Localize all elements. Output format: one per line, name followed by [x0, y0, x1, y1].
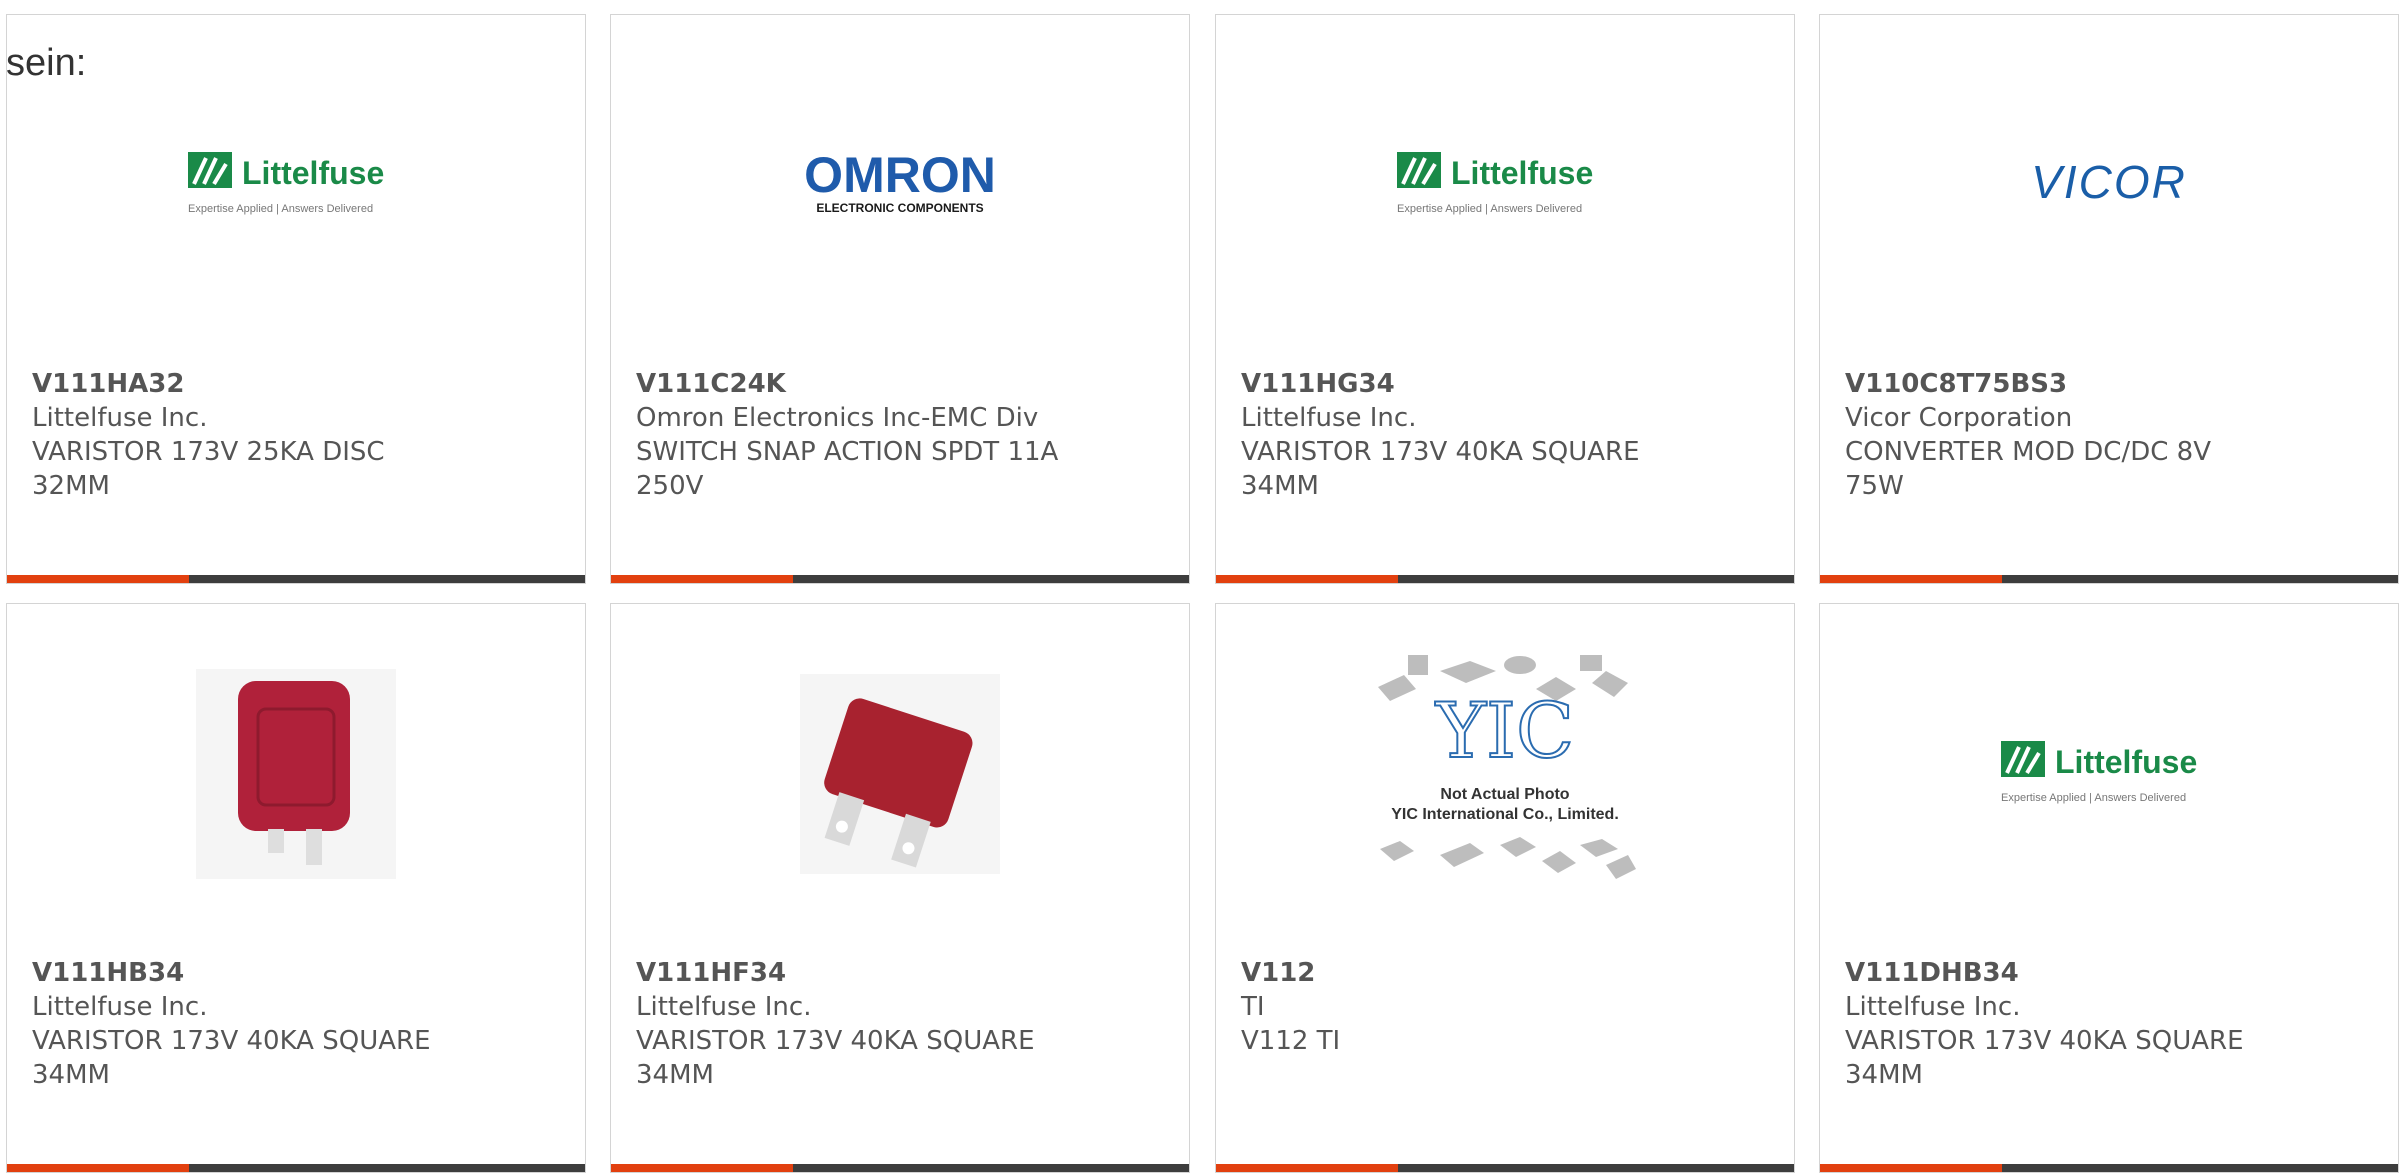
- card-bottom-bar: [1216, 1164, 1794, 1172]
- svg-text:YIC: YIC: [1435, 686, 1574, 775]
- card-bottom-bar: [7, 575, 585, 583]
- card-accent-bar: [1820, 575, 2002, 583]
- part-number[interactable]: V111C24K: [636, 367, 1169, 401]
- manufacturer: Littelfuse Inc.: [1241, 403, 1417, 433]
- svg-text:Not Actual Photo: Not Actual Photo: [1440, 786, 1569, 803]
- manufacturer: Littelfuse Inc.: [636, 992, 812, 1022]
- svg-text:Expertise Applied | Answers De: Expertise Applied | Answers Delivered: [188, 203, 373, 215]
- card-accent-bar: [611, 575, 793, 583]
- description: VARISTOR 173V 40KA SQUARE 34MM: [32, 1026, 431, 1090]
- card-bottom-bar: [1820, 575, 2398, 583]
- svg-text:YIC International Co., Limited: YIC International Co., Limited.: [1391, 806, 1619, 823]
- card-accent-bar: [7, 1164, 189, 1172]
- product-image-area: [611, 604, 1189, 944]
- part-number[interactable]: V111HA32: [32, 367, 565, 401]
- part-number[interactable]: V111HG34: [1241, 367, 1774, 401]
- product-card[interactable]: VICOR V110C8T75BS3 Vicor Corporation CON…: [1819, 14, 2399, 584]
- manufacturer: Littelfuse Inc.: [32, 403, 208, 433]
- card-accent-bar: [7, 575, 189, 583]
- card-bottom-bar: [7, 1164, 585, 1172]
- part-number[interactable]: V111HB34: [32, 956, 565, 990]
- card-bottom-bar: [611, 1164, 1189, 1172]
- description: VARISTOR 173V 25KA DISC 32MM: [32, 437, 385, 501]
- card-accent-bar: [1216, 1164, 1398, 1172]
- card-accent-bar: [611, 1164, 793, 1172]
- description: SWITCH SNAP ACTION SPDT 11A 250V: [636, 437, 1059, 501]
- card-bottom-bar: [1216, 575, 1794, 583]
- product-card[interactable]: V111HB34 Littelfuse Inc. VARISTOR 173V 4…: [6, 603, 586, 1173]
- yic-placeholder-image: YIC Not Actual Photo YIC International C…: [1378, 655, 1636, 879]
- product-image-area: [7, 604, 585, 944]
- littelfuse-logo: Littelfuse Expertise Applied | Answers D…: [188, 152, 384, 215]
- product-card[interactable]: Littelfuse Expertise Applied | Answers D…: [1215, 14, 1795, 584]
- description: V112 TI: [1241, 1026, 1341, 1056]
- svg-text:Littelfuse: Littelfuse: [242, 155, 384, 191]
- manufacturer: TI: [1241, 992, 1265, 1022]
- product-image-area: Littelfuse Expertise Applied | Answers D…: [1820, 604, 2398, 944]
- product-card[interactable]: Littelfuse Expertise Applied | Answers D…: [6, 14, 586, 584]
- description: VARISTOR 173V 40KA SQUARE 34MM: [636, 1026, 1035, 1090]
- manufacturer: Omron Electronics Inc-EMC Div: [636, 403, 1039, 433]
- description: CONVERTER MOD DC/DC 8V 75W: [1845, 437, 2211, 501]
- manufacturer: Littelfuse Inc.: [32, 992, 208, 1022]
- littelfuse-logo: Littelfuse Expertise Applied | Answers D…: [1397, 152, 1593, 215]
- card-accent-bar: [1216, 575, 1398, 583]
- littelfuse-logo: Littelfuse Expertise Applied | Answers D…: [2001, 741, 2197, 804]
- product-card[interactable]: OMRON ELECTRONIC COMPONENTS V111C24K Omr…: [610, 14, 1190, 584]
- product-image-area: OMRON ELECTRONIC COMPONENTS: [611, 15, 1189, 355]
- svg-text:VICOR: VICOR: [2031, 156, 2187, 208]
- part-number[interactable]: V110C8T75BS3: [1845, 367, 2378, 401]
- description: VARISTOR 173V 40KA SQUARE 34MM: [1241, 437, 1640, 501]
- svg-text:Expertise Applied | Answers De: Expertise Applied | Answers Delivered: [2001, 792, 2186, 804]
- intro-text: sein:: [6, 42, 87, 84]
- part-number[interactable]: V111HF34: [636, 956, 1169, 990]
- svg-text:ELECTRONIC COMPONENTS: ELECTRONIC COMPONENTS: [816, 201, 983, 215]
- product-image-area: Littelfuse Expertise Applied | Answers D…: [7, 15, 585, 355]
- part-number[interactable]: V112: [1241, 956, 1774, 990]
- varistor-square-photo: [800, 674, 1000, 874]
- product-image-area: YIC Not Actual Photo YIC International C…: [1216, 604, 1794, 944]
- svg-text:Littelfuse: Littelfuse: [2055, 744, 2197, 780]
- manufacturer: Vicor Corporation: [1845, 403, 2073, 433]
- manufacturer: Littelfuse Inc.: [1845, 992, 2021, 1022]
- svg-text:Expertise Applied | Answers De: Expertise Applied | Answers Delivered: [1397, 203, 1582, 215]
- card-bottom-bar: [611, 575, 1189, 583]
- vicor-logo: VICOR: [2031, 156, 2187, 208]
- card-accent-bar: [1820, 1164, 2002, 1172]
- description: VARISTOR 173V 40KA SQUARE 34MM: [1845, 1026, 2244, 1090]
- omron-logo: OMRON ELECTRONIC COMPONENTS: [804, 150, 996, 215]
- varistor-square-photo: [196, 669, 396, 879]
- svg-text:Littelfuse: Littelfuse: [1451, 155, 1593, 191]
- product-card[interactable]: Littelfuse Expertise Applied | Answers D…: [1819, 603, 2399, 1173]
- product-card[interactable]: YIC Not Actual Photo YIC International C…: [1215, 603, 1795, 1173]
- part-number[interactable]: V111DHB34: [1845, 956, 2378, 990]
- product-image-area: VICOR: [1820, 15, 2398, 355]
- product-image-area: Littelfuse Expertise Applied | Answers D…: [1216, 15, 1794, 355]
- svg-text:OMRON: OMRON: [804, 150, 996, 203]
- card-bottom-bar: [1820, 1164, 2398, 1172]
- product-card[interactable]: V111HF34 Littelfuse Inc. VARISTOR 173V 4…: [610, 603, 1190, 1173]
